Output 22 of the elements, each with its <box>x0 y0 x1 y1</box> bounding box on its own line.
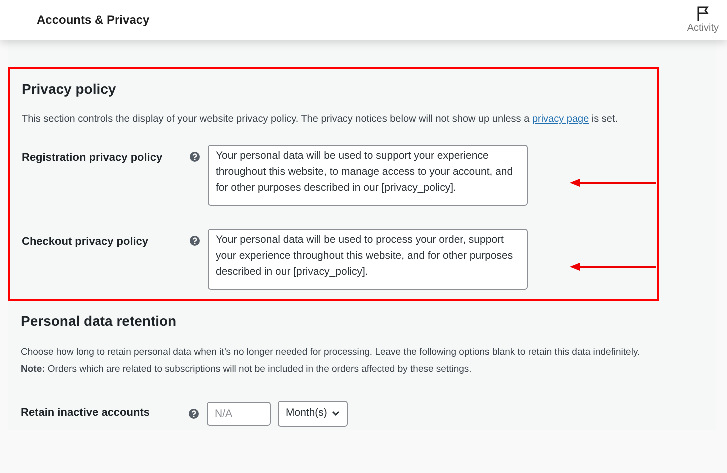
page-title: Accounts & Privacy <box>37 12 150 29</box>
duration-input[interactable]: N/A <box>207 402 271 426</box>
privacy-page-link[interactable]: privacy page <box>532 114 590 125</box>
help-icon <box>189 408 199 418</box>
arrow-icon <box>570 263 656 271</box>
help-icon <box>190 152 200 162</box>
field-label: Retain inactive accounts <box>21 406 151 422</box>
field-label: Registration privacy policy <box>22 151 164 166</box>
arrow-icon <box>570 179 656 187</box>
section-description: Choose how long to retain personal data when it’s no longer needed for processing. Leave the following options blank to retain this data indefinitely. <box>21 346 642 360</box>
flag-icon <box>696 6 710 21</box>
chevron-down-icon <box>332 411 340 416</box>
help-icon <box>190 236 200 246</box>
field-label: Checkout privacy policy <box>22 235 150 250</box>
section-heading: Privacy policy <box>22 80 118 99</box>
note-text: Note: Orders which are related to subscriptions will not be included in the orders affected by these settings. <box>21 363 473 378</box>
unit-select[interactable]: Month(s) <box>278 400 348 426</box>
policy-textarea[interactable]: Your personal data will be used to process your order, support your experience throughout this website, and for other purposes described in our [privacy_policy]. <box>208 229 528 290</box>
section-heading: Personal data retention <box>21 312 178 331</box>
activity-button[interactable]: Activity <box>687 4 719 36</box>
policy-textarea[interactable]: Your personal data will be used to support your experience throughout this website, to manage access to your account, and for other purposes described in our [privacy_policy]. <box>208 145 528 206</box>
section-description: This section controls the display of your website privacy policy. The privacy notices below will not show up unless a privacy page is set. <box>22 113 620 127</box>
